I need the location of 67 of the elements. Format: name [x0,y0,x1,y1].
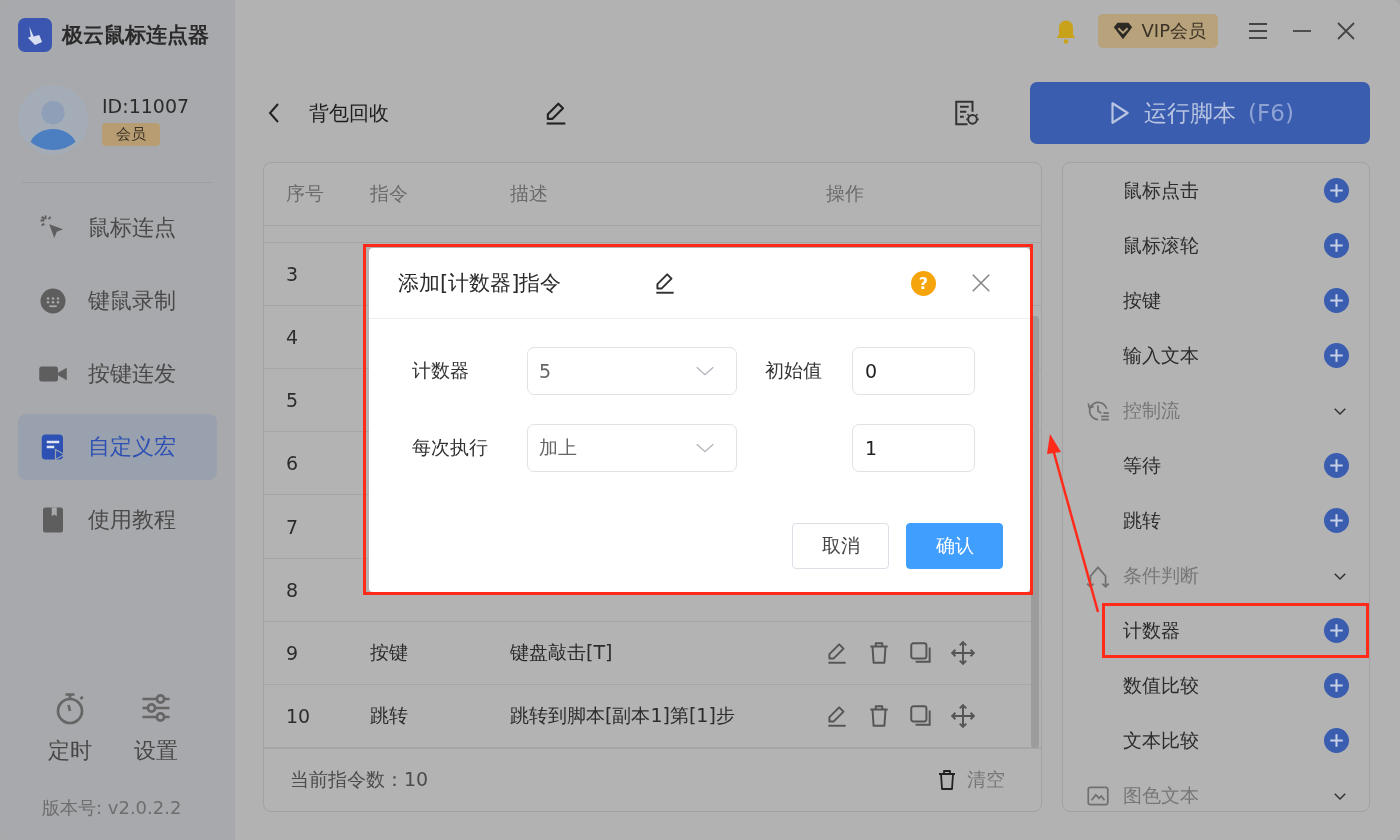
run-button[interactable]: 运行脚本 (F6) [1030,82,1370,144]
member-badge: 会员 [102,122,160,146]
dropdown[interactable]: 加上 [527,424,737,472]
command-item[interactable]: 文本比较 [1063,713,1369,768]
field-label: 计数器 [412,358,470,383]
close-icon[interactable] [970,272,992,294]
table-cell-text: 9 [286,641,300,664]
table-cell-text: 6 [286,452,300,475]
table-cell-text: 跳转 [370,703,409,729]
avatar-icon [18,85,88,155]
field-label: 每次执行 [412,435,489,460]
command-item[interactable]: 鼠标滚轮 [1063,218,1369,273]
user-id: ID:11007 [102,94,190,117]
dialog-title: 添加[计数器]指令 [398,270,563,297]
table-cell-text: 4 [286,325,300,348]
command-item[interactable]: 数值比较 [1063,658,1369,713]
tool-button[interactable]: 定时 [48,690,92,766]
copy-icon[interactable] [908,639,934,666]
add-icon[interactable] [1324,508,1349,533]
hand-pointer-logo [18,18,52,52]
keyboard-icon [38,286,68,316]
add-icon[interactable] [1324,453,1349,478]
table-cell-text: 按键 [370,639,409,665]
table-cell-text: 跳转到脚本[副本1]第[1]步 [510,703,736,729]
column-header: 描述 [510,180,549,206]
command-item[interactable]: 计数器 [1063,603,1369,658]
cancel-button[interactable]: 取消 [792,523,889,569]
command-item[interactable]: 鼠标点击 [1063,163,1369,218]
add-icon[interactable] [1324,233,1349,258]
nav-item[interactable]: 自定义宏 [18,414,217,480]
table-cell-text: 7 [286,515,300,538]
input-field[interactable]: 1 [852,424,975,472]
move-icon[interactable] [950,703,976,730]
confirm-button[interactable]: 确认 [906,523,1003,569]
script-title: 背包回收 [309,99,390,127]
input-field[interactable]: 0 [852,347,975,395]
nav-item[interactable]: 键鼠录制 [18,268,217,334]
add-icon[interactable] [1324,288,1349,313]
nav-item[interactable]: 使用教程 [18,487,217,553]
table-cell-text: 10 [286,705,312,728]
column-header: 操作 [826,180,865,206]
command-item[interactable]: 按键 [1063,273,1369,328]
table-cell-text: 3 [286,262,300,285]
table-cell-text: 8 [286,578,300,601]
add-icon[interactable] [1324,343,1349,368]
vip-badge[interactable]: VIP会员 [1097,14,1218,48]
version-label: 版本号: v2.0.2.2 [42,796,183,820]
command-item[interactable]: 等待 [1063,438,1369,493]
move-icon[interactable] [950,639,976,666]
add-icon[interactable] [1324,728,1349,753]
table-cell-text: 5 [286,389,300,412]
field-label: 初始值 [764,358,823,383]
command-item[interactable]: 跳转 [1063,493,1369,548]
command-item[interactable]: 输入文本 [1063,328,1369,383]
nav-item[interactable]: 按键连发 [18,341,217,407]
scrollbar[interactable] [1031,316,1039,748]
column-header: 指令 [370,180,409,206]
add-icon[interactable] [1324,618,1349,643]
table-cell-text: 键盘敲击[T] [510,639,614,665]
dropdown[interactable]: 5 [527,347,737,395]
add-icon[interactable] [1324,178,1349,203]
add-icon[interactable] [1324,673,1349,698]
command-count: 当前指令数：10 [290,767,429,793]
app-title: 极云鼠标连点器 [62,22,209,49]
nav-item[interactable]: 鼠标连点 [18,195,217,261]
tool-button[interactable]: 设置 [134,690,178,766]
column-header: 序号 [286,180,325,206]
